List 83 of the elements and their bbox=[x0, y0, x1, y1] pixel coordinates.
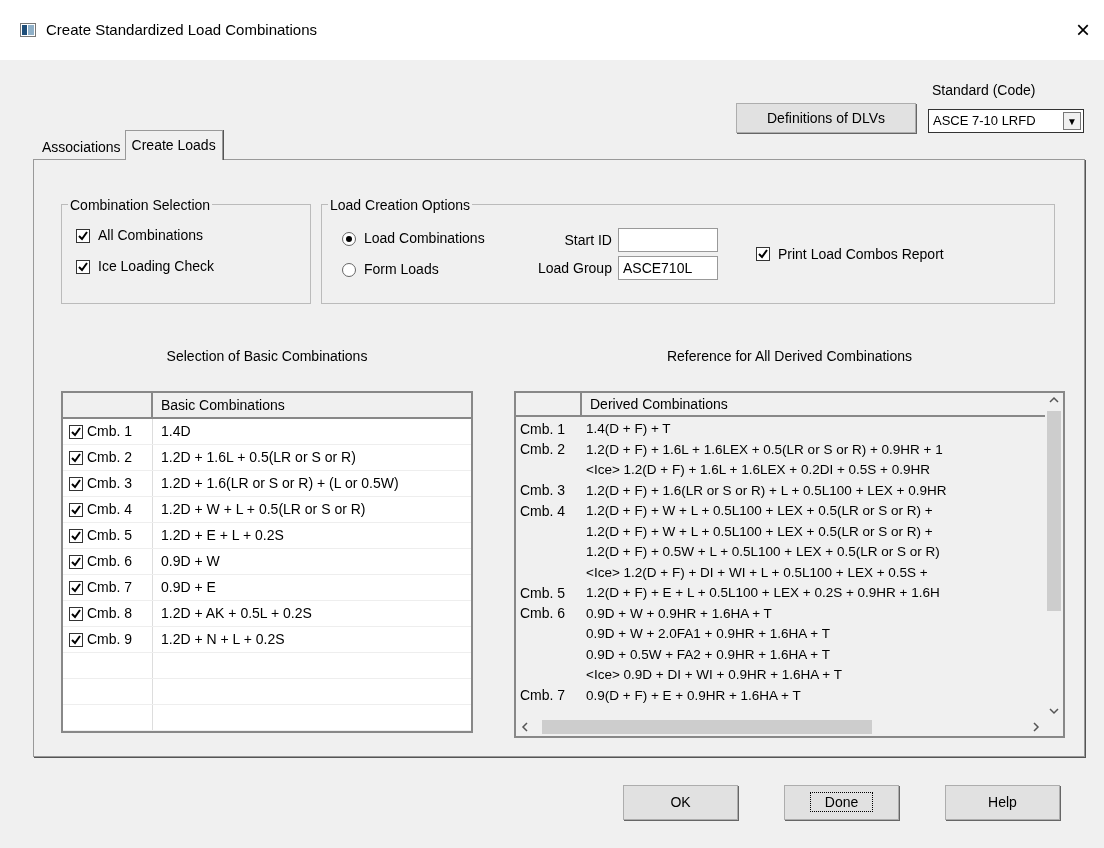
table-title: Selection of Basic Combinations bbox=[166, 347, 368, 366]
checkbox-label: All Combinations bbox=[98, 226, 204, 245]
row-label: Cmb. 3 bbox=[87, 474, 133, 493]
checkbox[interactable] bbox=[76, 259, 90, 274]
table-cell-text: 1.2D + AK + 0.5L + 0.2S bbox=[160, 604, 312, 623]
app-icon bbox=[20, 23, 36, 37]
dialog-button[interactable]: Help bbox=[945, 785, 1060, 820]
checkbox[interactable] bbox=[69, 528, 83, 543]
scroll-down-icon[interactable] bbox=[1048, 706, 1060, 716]
column-header: Derived Combinations bbox=[589, 394, 728, 414]
list-line: <Ice> 1.2(D + F) + 1.6L + 1.6LEX + 0.2DI + 0.5S + 0.9HR bbox=[585, 461, 930, 480]
checkbox[interactable] bbox=[69, 632, 83, 647]
table-cell-text: 1.2D + 1.6(LR or S or R) + (L or 0.5W) bbox=[160, 474, 399, 493]
list-line: 1.2(D + F) + E + L + 0.5L100 + LEX + 0.2S + 0.9HR + 1.6H bbox=[585, 584, 940, 603]
list-line: 1.2(D + F) + W + L + 0.5L100 + LEX + 0.5(LR or S or R) + bbox=[585, 502, 933, 521]
checkbox-label: Print Load Combos Report bbox=[777, 244, 944, 264]
scroll-up-icon[interactable] bbox=[1048, 395, 1060, 405]
radio-button[interactable] bbox=[342, 231, 356, 246]
dialog-button[interactable]: OK bbox=[623, 785, 738, 820]
table-cell-text: 0.9D + E bbox=[160, 578, 216, 597]
checkbox[interactable] bbox=[69, 424, 83, 439]
row-label: Cmb. 5 bbox=[520, 584, 566, 601]
table-cell-text: 1.2D + 1.6L + 0.5(LR or S or R) bbox=[160, 448, 356, 467]
input-field[interactable]: ASCE710L bbox=[617, 256, 718, 280]
field-label: Standard (Code) bbox=[932, 81, 1037, 100]
row-label: Cmb. 7 bbox=[87, 578, 133, 597]
field-label: Load Group bbox=[538, 258, 612, 278]
list-line: 1.2(D + F) + 1.6(LR or S or R) + L + 0.5L100 + LEX + 0.9HR bbox=[585, 481, 947, 500]
scroll-right-icon[interactable] bbox=[1031, 721, 1041, 733]
list-line: 1.4(D + F) + T bbox=[585, 420, 671, 439]
table-cell-text: 1.2D + E + L + 0.2S bbox=[160, 526, 284, 545]
checkbox[interactable] bbox=[69, 502, 83, 517]
scrollbar-thumb[interactable] bbox=[542, 720, 872, 734]
field-label: Start ID bbox=[563, 230, 612, 250]
list-line: 0.9D + W + 0.9HR + 1.6HA + T bbox=[585, 604, 772, 623]
row-label: Cmb. 7 bbox=[520, 687, 566, 704]
list-line: <Ice> 0.9D + DI + WI + 0.9HR + 1.6HA + T bbox=[585, 666, 842, 685]
list-line: 1.2(D + F) + W + L + 0.5L100 + LEX + 0.5(LR or S or R) + bbox=[585, 522, 933, 541]
checkbox[interactable] bbox=[69, 476, 83, 491]
scrollbar-thumb[interactable] bbox=[1047, 411, 1061, 611]
checkbox[interactable] bbox=[755, 247, 770, 261]
radio-button[interactable] bbox=[342, 262, 356, 277]
table-cell-text: 1.4D bbox=[160, 422, 191, 441]
row-label: Cmb. 2 bbox=[87, 448, 133, 467]
row-label: Cmb. 4 bbox=[87, 500, 133, 519]
close-button[interactable]: × bbox=[1076, 18, 1090, 42]
tab[interactable]: Associations bbox=[38, 135, 125, 159]
table-cell-text: 1.2D + N + L + 0.2S bbox=[160, 630, 285, 649]
checkbox[interactable] bbox=[76, 228, 90, 243]
scroll-left-icon[interactable] bbox=[520, 721, 530, 733]
list-line: <Ice> 1.2(D + F) + DI + WI + L + 0.5L100 + LEX + 0.5S + bbox=[585, 563, 928, 582]
checkbox[interactable] bbox=[69, 606, 83, 621]
row-label: Cmb. 1 bbox=[520, 420, 566, 437]
checkbox[interactable] bbox=[69, 450, 83, 465]
list-line: 1.2(D + F) + 0.5W + L + 0.5L100 + LEX + 0.5(LR or S or R) bbox=[585, 543, 940, 562]
dialog-button[interactable]: Done bbox=[784, 785, 899, 820]
dialog-button[interactable]: Definitions of DLVs bbox=[736, 103, 916, 133]
row-label: Cmb. 6 bbox=[520, 605, 566, 622]
row-label: Cmb. 5 bbox=[87, 526, 133, 545]
checkbox-label: Ice Loading Check bbox=[98, 257, 214, 276]
column-header: Basic Combinations bbox=[160, 395, 285, 415]
checkbox[interactable] bbox=[69, 554, 83, 569]
list-line: 0.9(D + F) + E + 0.9HR + 1.6HA + T bbox=[585, 686, 801, 705]
checkbox[interactable] bbox=[69, 580, 83, 595]
row-label: Cmb. 3 bbox=[520, 482, 566, 499]
tab[interactable]: Create Loads bbox=[124, 130, 223, 160]
row-label: Cmb. 8 bbox=[87, 604, 133, 623]
table-title: Reference for All Derived Combinations bbox=[666, 347, 913, 366]
radio-label: Load Combinations bbox=[364, 229, 485, 248]
table-cell-text: 1.2D + W + L + 0.5(LR or S or R) bbox=[160, 500, 366, 519]
row-label: Cmb. 2 bbox=[520, 441, 566, 458]
radio-label: Form Loads bbox=[364, 260, 439, 279]
input-field[interactable] bbox=[617, 228, 718, 252]
standard-dropdown[interactable]: ASCE 7-10 LRFD ▼ bbox=[928, 109, 1084, 133]
row-label: Cmb. 1 bbox=[87, 422, 133, 441]
window-title: Create Standardized Load Combinations bbox=[46, 19, 317, 40]
list-line: 0.9D + W + 2.0FA1 + 0.9HR + 1.6HA + T bbox=[585, 625, 830, 644]
table-cell-text: 0.9D + W bbox=[160, 552, 220, 571]
row-label: Cmb. 6 bbox=[87, 552, 133, 571]
list-line: 1.2(D + F) + 1.6L + 1.6LEX + 0.5(LR or S or R) + 0.9HR + 1 bbox=[585, 440, 943, 459]
row-label: Cmb. 4 bbox=[520, 502, 566, 519]
row-label: Cmb. 9 bbox=[87, 630, 133, 649]
list-line: 0.9D + 0.5W + FA2 + 0.9HR + 1.6HA + T bbox=[585, 645, 830, 664]
